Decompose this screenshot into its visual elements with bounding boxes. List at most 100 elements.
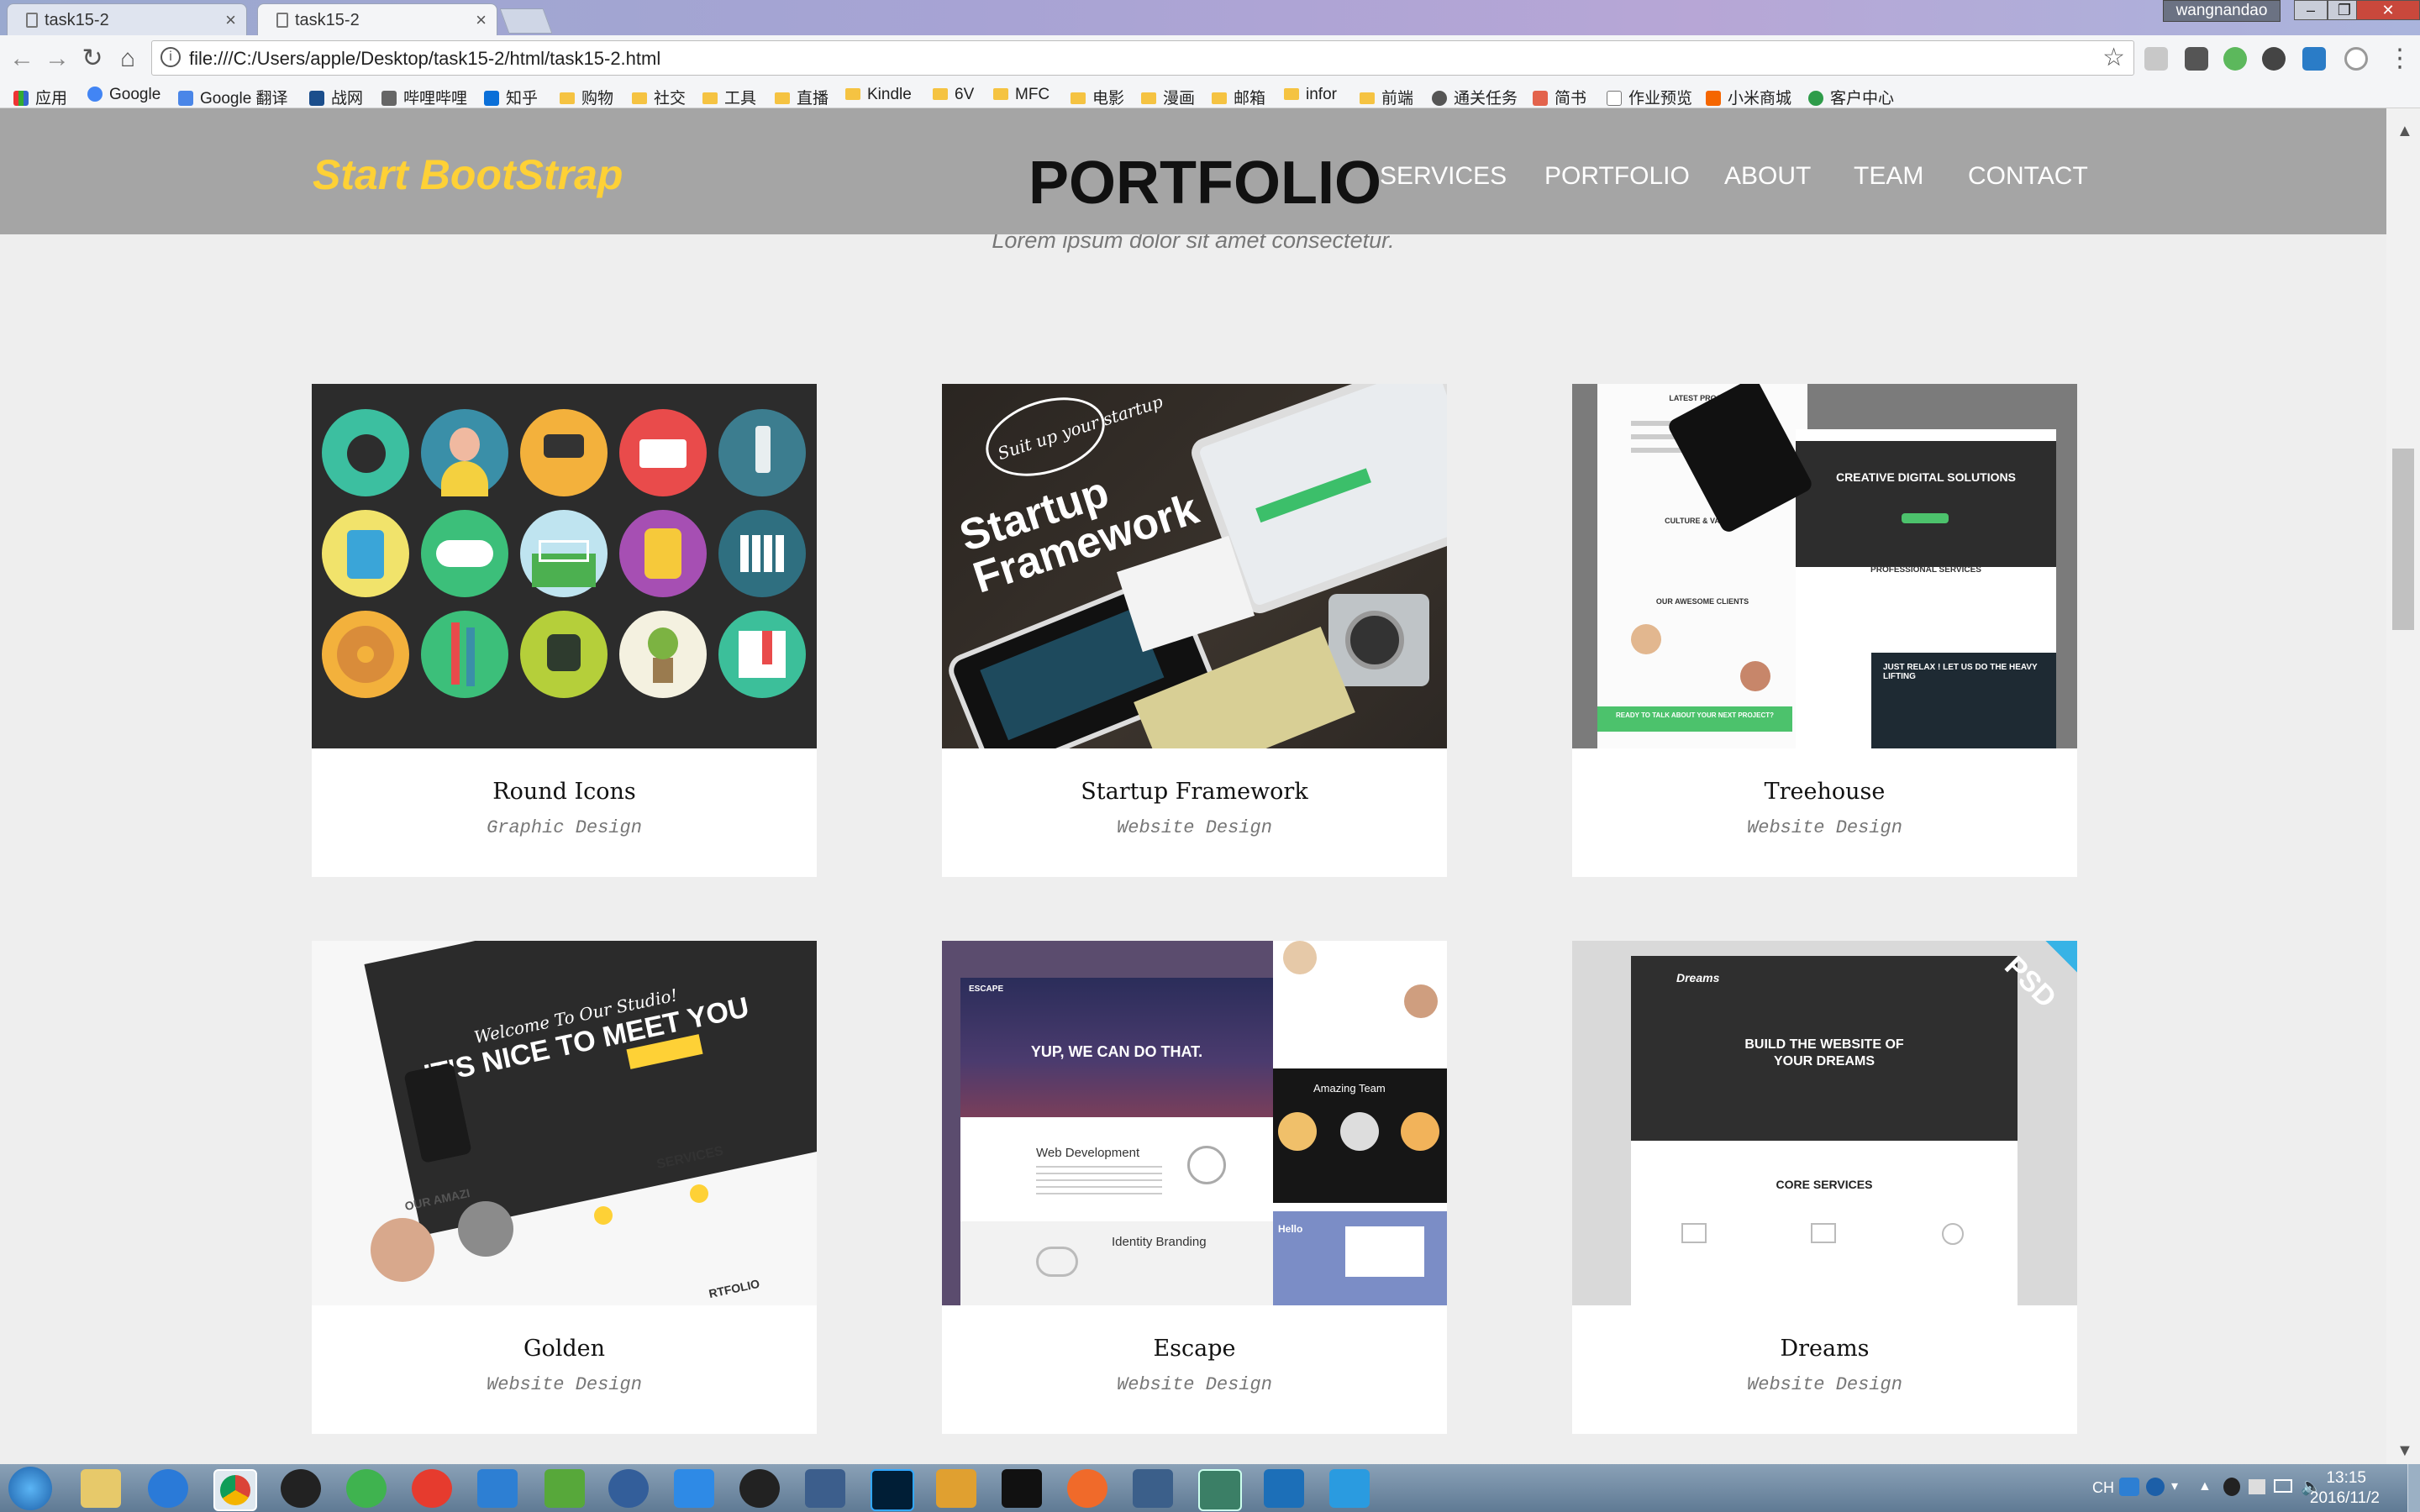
bookmark-jianshu[interactable]: 简书 — [1533, 86, 1586, 108]
portfolio-item-startup-framework[interactable]: Suit up your startup Startup Framework S… — [942, 384, 1447, 877]
portfolio-item-dreams[interactable]: Dreams BUILD THE WEBSITE OF YOUR DREAMS … — [1572, 941, 2077, 1434]
portfolio-item-treehouse[interactable]: LATEST PROJECT CULTURE & VALUES OUR AWES… — [1572, 384, 2077, 877]
portfolio-item-golden[interactable]: Welcome To Our Studio! IT'S NICE TO MEET… — [312, 941, 817, 1434]
tab-inactive[interactable]: task15-2 × — [7, 3, 247, 35]
tab-close-icon[interactable]: × — [225, 9, 236, 31]
nav-link-contact[interactable]: CONTACT — [1968, 162, 2088, 191]
ime-indicator[interactable]: CH — [2092, 1479, 2114, 1497]
bookmark-folder[interactable]: 工具 — [702, 86, 756, 108]
green-extension-icon[interactable] — [2223, 47, 2247, 71]
portfolio-item-title: Golden — [523, 1336, 606, 1362]
chrome-icon[interactable] — [213, 1469, 257, 1511]
bookmark-bilibili[interactable]: 哔哩哔哩 — [381, 86, 467, 108]
qq-tray-icon[interactable] — [2223, 1478, 2240, 1496]
pocket-extension-icon[interactable] — [2185, 47, 2208, 71]
forward-arrow-icon[interactable]: → — [40, 42, 74, 76]
bird-app-icon[interactable] — [608, 1469, 649, 1508]
clock-date[interactable]: 2016/11/2 — [2310, 1489, 2380, 1508]
netease-music-icon[interactable] — [412, 1469, 452, 1508]
reload-icon[interactable]: ↻ — [76, 42, 109, 76]
vertical-scrollbar[interactable]: ▲ ▼ — [2386, 108, 2420, 1464]
network-icon[interactable] — [2274, 1479, 2292, 1493]
portfolio-thumbnail[interactable]: Dreams BUILD THE WEBSITE OF YOUR DREAMS … — [1572, 941, 2077, 1305]
bookmark-star-icon[interactable]: ☆ — [2102, 43, 2125, 72]
home-icon[interactable]: ⌂ — [111, 42, 145, 76]
show-hidden-icons[interactable]: ▲ — [2198, 1479, 2212, 1494]
bookmark-folder[interactable]: 前端 — [1360, 86, 1413, 108]
nav-link-portfolio[interactable]: PORTFOLIO — [1544, 162, 1690, 191]
wechat-icon[interactable] — [346, 1469, 387, 1508]
bookmark-battlenet[interactable]: 战网 — [309, 86, 363, 108]
tab-close-icon[interactable]: × — [476, 9, 487, 31]
portfolio-thumbnail[interactable]: Welcome To Our Studio! IT'S NICE TO MEET… — [312, 941, 817, 1305]
bookmark-homework[interactable]: 作业预览 — [1607, 86, 1692, 108]
scroll-up-arrow-icon[interactable]: ▲ — [2396, 122, 2413, 141]
tray-chevron-icon[interactable]: ▾ — [2171, 1478, 2178, 1494]
bookmark-folder[interactable]: Kindle — [845, 86, 912, 104]
bookmark-google-translate[interactable]: Google 翻译 — [178, 86, 288, 108]
scrollbar-thumb[interactable] — [2392, 449, 2414, 630]
bookmark-google[interactable]: Google — [87, 86, 160, 104]
virtualbox-icon[interactable] — [1133, 1469, 1173, 1508]
file-explorer-icon[interactable] — [81, 1469, 121, 1508]
messenger-icon[interactable] — [674, 1469, 714, 1508]
back-arrow-icon[interactable]: ← — [5, 42, 39, 76]
circle-extension-icon[interactable] — [2344, 47, 2368, 71]
nav-link-team[interactable]: TEAM — [1854, 162, 1923, 191]
telegram-icon[interactable] — [1329, 1469, 1370, 1508]
portfolio-thumbnail[interactable] — [312, 384, 817, 748]
scroll-down-arrow-icon[interactable]: ▼ — [2396, 1441, 2413, 1461]
portfolio-thumbnail[interactable]: Suit up your startup Startup Framework — [942, 384, 1447, 748]
bookmark-apps[interactable]: 应用 — [13, 86, 67, 108]
media-player-icon[interactable] — [739, 1469, 780, 1508]
new-tab-button[interactable] — [499, 8, 553, 34]
robot-app-icon[interactable] — [1264, 1469, 1304, 1508]
bookmark-folder[interactable]: 邮箱 — [1212, 86, 1265, 108]
bookmark-folder[interactable]: 购物 — [560, 86, 613, 108]
bookmark-folder[interactable]: infor — [1284, 86, 1337, 104]
webstorm-icon[interactable] — [1002, 1469, 1042, 1508]
bookmark-folder[interactable]: 电影 — [1071, 86, 1124, 108]
tab-active[interactable]: task15-2 × — [257, 3, 497, 35]
bookmark-mi-store[interactable]: 小米商城 — [1706, 86, 1791, 108]
thumb-text: Web Development — [1036, 1146, 1140, 1160]
clipboard-icon[interactable] — [2249, 1479, 2265, 1494]
pen-tool-icon[interactable] — [805, 1469, 845, 1508]
nav-link-about[interactable]: ABOUT — [1724, 162, 1811, 191]
user-extension-icon[interactable] — [2262, 47, 2286, 71]
info-icon[interactable]: i — [160, 47, 181, 67]
photoshop-icon[interactable] — [871, 1469, 914, 1511]
atom-icon[interactable] — [1198, 1469, 1242, 1511]
nav-link-services[interactable]: SERVICES — [1380, 162, 1507, 191]
address-bar[interactable]: i file:///C:/Users/apple/Desktop/task15-… — [151, 40, 2134, 76]
pdf-extension-icon[interactable] — [2144, 47, 2168, 71]
bookmark-zhihu[interactable]: 知乎 — [484, 86, 538, 108]
brand-logo[interactable]: Start BootStrap — [313, 150, 623, 199]
sketch-icon[interactable] — [936, 1469, 976, 1508]
bookmark-folder[interactable]: 直播 — [775, 86, 829, 108]
baidu-cloud-icon[interactable] — [477, 1469, 518, 1508]
bookmark-folder[interactable]: 漫画 — [1141, 86, 1195, 108]
utorrent-icon[interactable] — [544, 1469, 585, 1508]
help-icon[interactable] — [2146, 1478, 2165, 1496]
qq-icon[interactable] — [281, 1469, 321, 1508]
bookmark-folder[interactable]: 6V — [933, 86, 974, 104]
portfolio-thumbnail[interactable]: ESCAPE YUP, WE CAN DO THAT. Web Developm… — [942, 941, 1447, 1305]
close-window-button[interactable]: ✕ — [2356, 0, 2420, 20]
portfolio-thumbnail[interactable]: LATEST PROJECT CULTURE & VALUES OUR AWES… — [1572, 384, 2077, 748]
clock-time[interactable]: 13:15 — [2326, 1469, 2366, 1488]
bookmark-customer-center[interactable]: 客户中心 — [1808, 86, 1894, 108]
start-button[interactable] — [8, 1467, 52, 1510]
menu-icon[interactable]: ⋮ — [2383, 42, 2417, 76]
internet-explorer-icon[interactable] — [148, 1469, 188, 1508]
portfolio-item-escape[interactable]: ESCAPE YUP, WE CAN DO THAT. Web Developm… — [942, 941, 1447, 1434]
minimize-button[interactable]: – — [2294, 0, 2328, 20]
baidu-input-icon[interactable] — [2119, 1478, 2139, 1496]
bookmark-tasks[interactable]: 通关任务 — [1432, 86, 1518, 108]
bookmark-folder[interactable]: MFC — [993, 86, 1050, 104]
xmind-icon[interactable] — [1067, 1469, 1107, 1508]
s-extension-icon[interactable] — [2302, 47, 2326, 71]
bookmark-folder[interactable]: 社交 — [632, 86, 686, 108]
show-desktop-button[interactable] — [2407, 1464, 2420, 1512]
portfolio-item-round-icons[interactable]: Round Icons Graphic Design — [312, 384, 817, 877]
